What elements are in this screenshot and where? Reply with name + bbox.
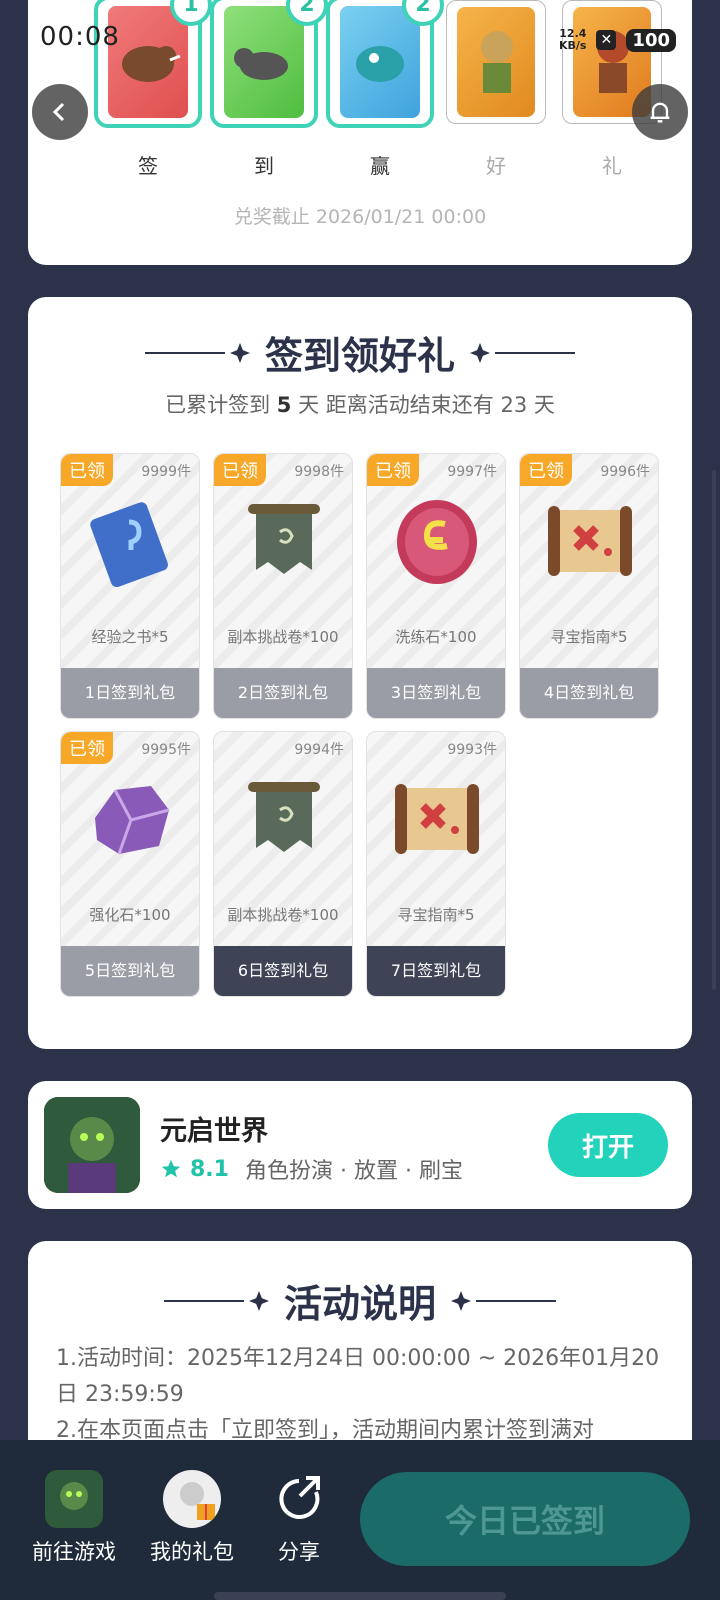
wolf-icon [224, 6, 304, 118]
game-app-icon[interactable] [44, 1097, 140, 1193]
game-card[interactable]: 元启世界 8.1 角色扮演 · 放置 · 刷宝 打开 [28, 1081, 692, 1209]
prize-char: 签 [138, 154, 158, 178]
signin-progress-text: 已累计签到 5 天 距离活动结束还有 23 天 [165, 393, 555, 417]
back-button[interactable] [32, 84, 88, 140]
network-speed: 12.4 KB/s [558, 27, 587, 52]
gift-stock: 9998件 [294, 464, 344, 480]
notification-button[interactable] [632, 84, 688, 140]
gift-card-day-2[interactable]: 已领 9998件副本挑战卷*100 2日签到礼包 [213, 453, 353, 719]
gift-name: 副本挑战卷*100 [227, 906, 339, 924]
gift-card-day-1[interactable]: 已领 9999件经验之书*5 1日签到礼包 [60, 453, 200, 719]
chevron-left-icon [52, 102, 65, 122]
gift-day-label: 5日签到礼包 [61, 946, 199, 996]
prize-card-wild-boar[interactable]: 1 [94, 0, 212, 128]
prize-card-wolf[interactable]: 2 [210, 0, 328, 128]
claimed-badge: 已领 [61, 732, 113, 764]
gift-grid: 已领 9999件 经验之书*5 1日签到礼包 已领 9998件 副本挑战卷*100 2日签到礼… [60, 453, 659, 997]
gift-stock: 9994件 [294, 742, 344, 758]
gift-card-day-7[interactable]: 9993件寻宝指南*5 7日签到礼包 [366, 731, 506, 997]
star-icon [161, 1159, 181, 1178]
claimed-badge: 已领 [214, 454, 266, 486]
gift-name: 副本挑战卷*100 [227, 628, 339, 646]
signin-title: 签到领好礼 [264, 334, 455, 378]
viking-icon [457, 7, 535, 117]
bell-icon [650, 102, 670, 123]
refine-stone-icon [391, 492, 483, 590]
rules-title: 活动说明 [283, 1282, 436, 1326]
gift-stock: 9995件 [141, 742, 191, 758]
bottom-action-bar: 前往游戏 我的礼包 分享 今日已签到 [0, 1440, 720, 1600]
redeem-deadline: 兑奖截止 2026/01/21 00:00 [233, 206, 487, 228]
title-ornament-left-icon [163, 1290, 269, 1311]
gift-card-day-6[interactable]: 9994件副本挑战卷*100 6日签到礼包 [213, 731, 353, 997]
gift-name: 洗练石*100 [395, 628, 477, 646]
share-icon [270, 1470, 328, 1528]
rules-title-row: 活动说明 [28, 1273, 692, 1328]
gift-day-label: 2日签到礼包 [214, 668, 352, 718]
gift-stock: 9999件 [141, 464, 191, 480]
signin-panel: 签到领好礼 已累计签到 5 天 距离活动结束还有 23 天 已领 9999件经验之… [28, 297, 692, 1049]
gift-day-label: 1日签到礼包 [61, 668, 199, 718]
rule-line: 1.活动时间：2025年12月24日 00:00:00 ~ 2026年01月20… [56, 1346, 660, 1407]
fish-monster-icon [340, 6, 420, 118]
game-tags: 角色扮演 · 放置 · 刷宝 [244, 1159, 463, 1184]
title-ornament-right-icon [451, 1290, 556, 1311]
prize-card-fish[interactable]: 2 [326, 0, 444, 128]
gift-stock: 9997件 [447, 464, 497, 480]
status-time: 00:08 [40, 22, 120, 52]
prize-card-row: 1 2 2 [94, 0, 662, 128]
prize-char: 好 [486, 154, 506, 178]
scrollbar[interactable] [712, 470, 716, 990]
game-meta: 8.1 角色扮演 · 放置 · 刷宝 [160, 1153, 463, 1185]
game-rating: 8.1 [190, 1156, 229, 1182]
battery-indicator: 100 [626, 28, 676, 52]
prize-char: 赢 [370, 154, 390, 178]
dungeon-scroll-icon [238, 492, 330, 590]
title-ornament-right-icon [470, 342, 575, 363]
signed-today-button[interactable]: 今日已签到 [360, 1472, 690, 1566]
rules-body: 1.活动时间：2025年12月24日 00:00:00 ~ 2026年01月20… [56, 1341, 664, 1449]
gift-avatar-icon [163, 1470, 221, 1528]
claimed-badge: 已领 [520, 454, 572, 486]
gift-card-day-4[interactable]: 已领 9996件寻宝指南*5 4日签到礼包 [519, 453, 659, 719]
gift-day-label: 4日签到礼包 [520, 668, 658, 718]
game-name: 元启世界 [160, 1116, 268, 1147]
home-indicator[interactable] [214, 1592, 506, 1600]
gift-name: 强化石*100 [89, 906, 171, 924]
treasure-map-icon [391, 770, 483, 868]
gift-day-label: 6日签到礼包 [214, 946, 352, 996]
share-button[interactable]: 分享 [270, 1470, 328, 1566]
open-game-button[interactable]: 打开 [548, 1113, 668, 1177]
title-ornament-left-icon [144, 342, 250, 363]
prize-char: 到 [254, 154, 274, 178]
status-icons: 12.4 KB/s ✕ 100 [559, 28, 676, 52]
mute-icon: ✕ [596, 30, 617, 50]
gift-day-label: 3日签到礼包 [367, 668, 505, 718]
experience-book-icon [85, 492, 177, 590]
gift-name: 寻宝指南*5 [550, 628, 628, 646]
treasure-map-icon [544, 492, 636, 590]
dungeon-scroll-icon [238, 770, 330, 868]
gift-stock: 9996件 [600, 464, 650, 480]
boar-icon [108, 6, 188, 118]
prize-char: 礼 [602, 154, 622, 178]
prize-card-viking[interactable] [446, 0, 546, 124]
game-thumbnail-icon [45, 1470, 103, 1528]
goto-game-button[interactable]: 前往游戏 [32, 1470, 116, 1566]
enhance-stone-icon [85, 770, 177, 868]
gift-stock: 9993件 [447, 742, 497, 758]
claimed-badge: 已领 [61, 454, 113, 486]
prize-char-row: 签 到 赢 好 礼 [98, 150, 662, 179]
gift-card-day-3[interactable]: 已领 9997件洗练石*100 3日签到礼包 [366, 453, 506, 719]
gift-day-label: 7日签到礼包 [367, 946, 505, 996]
gift-card-day-5[interactable]: 已领 9995件强化石*100 5日签到礼包 [60, 731, 200, 997]
claimed-badge: 已领 [367, 454, 419, 486]
gift-name: 寻宝指南*5 [397, 906, 475, 924]
my-gifts-button[interactable]: 我的礼包 [150, 1470, 234, 1566]
signin-title-row: 签到领好礼 [28, 325, 692, 380]
gift-name: 经验之书*5 [91, 628, 169, 646]
